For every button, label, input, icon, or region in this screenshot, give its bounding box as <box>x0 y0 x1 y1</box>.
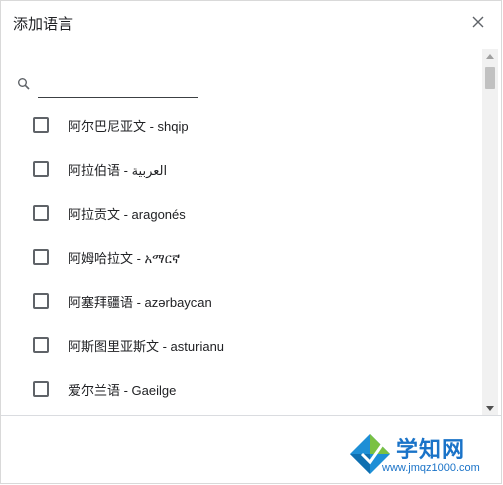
language-row[interactable]: 阿斯图里亚斯文 - asturianu <box>1 323 479 367</box>
watermark-url: www.jmqz1000.com <box>382 462 480 474</box>
language-row[interactable]: 爱尔兰语 - Gaeilge <box>1 367 479 411</box>
close-button[interactable] <box>469 13 487 31</box>
language-row[interactable]: 阿拉伯语 - العربية <box>1 147 479 191</box>
dialog-title: 添加语言 <box>13 16 74 33</box>
language-label: 爱尔兰语 - Gaeilge <box>68 382 177 398</box>
language-checkbox[interactable] <box>33 337 49 353</box>
language-label: 阿姆哈拉文 - አማርኛ <box>68 250 181 266</box>
scroll-thumb[interactable] <box>485 67 495 89</box>
arrow-down-icon <box>486 405 494 411</box>
search-icon <box>18 78 30 90</box>
search-input[interactable] <box>38 73 198 98</box>
language-checkbox[interactable] <box>33 249 49 265</box>
language-checkbox[interactable] <box>33 117 49 133</box>
language-label: 阿塞拜疆语 - azərbaycan <box>68 294 212 310</box>
watermark-text: 学知网 <box>396 438 466 463</box>
language-row[interactable]: 阿拉贡文 - aragonés <box>1 191 479 235</box>
language-row[interactable]: 阿塞拜疆语 - azərbaycan <box>1 279 479 323</box>
scroll-down-button[interactable] <box>482 401 498 415</box>
language-label: 阿斯图里亚斯文 - asturianu <box>68 338 225 354</box>
footer-divider <box>1 415 501 416</box>
arrow-up-icon <box>486 53 494 59</box>
watermark: 学知网 www.jmqz1000.com <box>348 428 498 482</box>
search-bar <box>17 71 217 101</box>
scroll-up-button[interactable] <box>482 49 498 63</box>
language-checkbox[interactable] <box>33 161 49 177</box>
language-label: 阿尔巴尼亚文 - shqip <box>68 118 189 134</box>
scrollbar[interactable] <box>482 49 498 415</box>
language-row[interactable]: 阿姆哈拉文 - አማርኛ <box>1 235 479 279</box>
add-language-dialog: 添加语言 阿尔巴尼亚文 - shqip 阿拉伯语 - العربية 阿拉贡文 - … <box>0 0 502 484</box>
language-checkbox[interactable] <box>33 381 49 397</box>
language-label: 阿拉伯语 - العربية <box>68 162 168 178</box>
close-icon <box>472 16 484 28</box>
language-row[interactable]: 阿尔巴尼亚文 - shqip <box>1 103 479 147</box>
language-checkbox[interactable] <box>33 205 49 221</box>
language-label: 阿拉贡文 - aragonés <box>68 206 186 222</box>
language-checkbox[interactable] <box>33 293 49 309</box>
language-list: 阿尔巴尼亚文 - shqip 阿拉伯语 - العربية 阿拉贡文 - arago… <box>1 103 479 413</box>
